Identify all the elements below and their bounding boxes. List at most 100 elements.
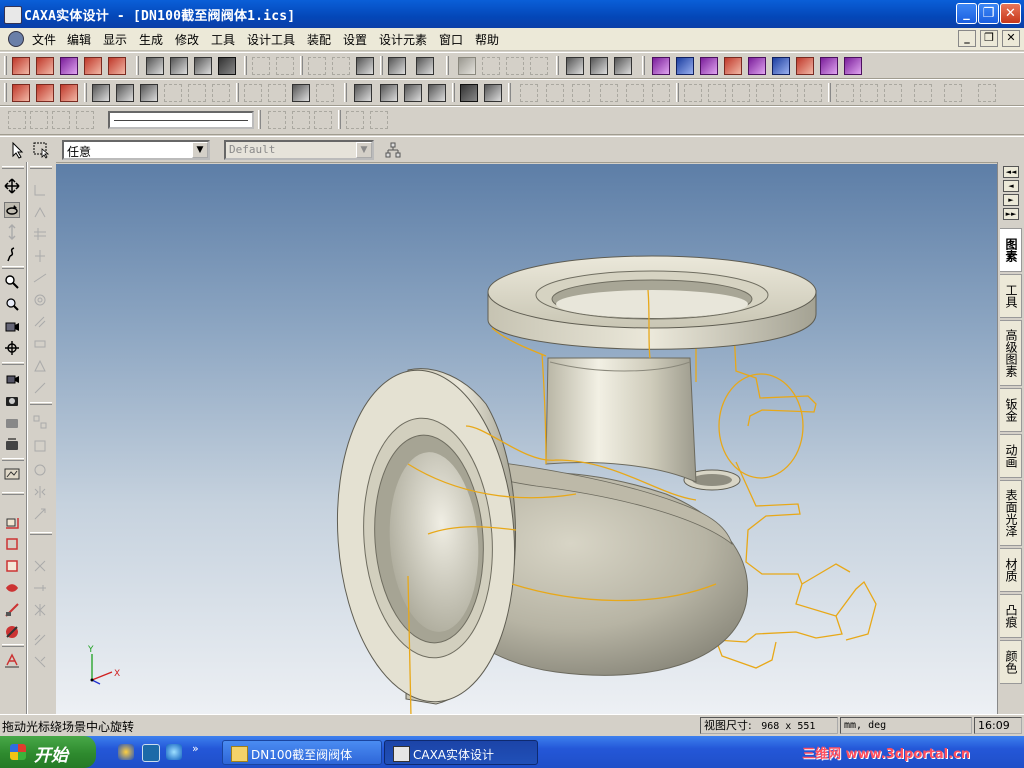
toolbar-grip[interactable]	[30, 532, 52, 535]
transform-icon[interactable]	[724, 57, 742, 75]
toolbar-grip[interactable]	[4, 83, 7, 102]
sketch-ellipse-tool-icon[interactable]	[32, 314, 48, 330]
circle-center-icon[interactable]	[684, 84, 702, 102]
tab-last-button[interactable]: ►►	[1003, 208, 1019, 220]
camera-icon[interactable]	[4, 392, 20, 408]
sketch-tangent-tool-icon[interactable]	[32, 270, 48, 286]
cut-icon[interactable]	[308, 57, 326, 75]
arc-3pt-icon[interactable]	[860, 84, 878, 102]
revolve-icon[interactable]	[36, 84, 54, 102]
show-desktop-icon[interactable]	[142, 744, 160, 762]
sketch-parallel-tool-icon[interactable]	[32, 226, 48, 242]
sketch-constraint-tool-icon[interactable]	[32, 654, 48, 670]
smart-dimension-icon[interactable]	[4, 514, 20, 530]
toolbar-grip[interactable]	[508, 83, 511, 102]
toolbar-grip[interactable]	[4, 56, 7, 75]
pattern-icon[interactable]	[268, 84, 286, 102]
new-design-icon[interactable]	[146, 57, 164, 75]
menu-tools[interactable]: 工具	[211, 31, 235, 48]
face-dimension-icon[interactable]	[4, 558, 20, 574]
toolbar-grip[interactable]	[258, 110, 261, 129]
anim-edit-icon[interactable]	[346, 111, 364, 129]
maximize-button[interactable]: ❐	[978, 3, 999, 24]
extrude-icon[interactable]	[12, 84, 30, 102]
menu-edit[interactable]: 编辑	[67, 31, 91, 48]
select-arrow-icon[interactable]	[8, 141, 26, 159]
menu-help[interactable]: 帮助	[475, 31, 499, 48]
undo-icon[interactable]	[252, 57, 270, 75]
boolean-icon[interactable]	[244, 84, 262, 102]
pick-face-icon[interactable]	[652, 57, 670, 75]
help-pointer-icon[interactable]	[416, 57, 434, 75]
polygon-icon[interactable]	[780, 84, 798, 102]
orbit-icon[interactable]	[4, 202, 20, 218]
menu-generate[interactable]: 生成	[139, 31, 163, 48]
export-icon[interactable]	[844, 57, 862, 75]
quicklaunch-more-icon[interactable]: »	[192, 742, 199, 755]
toolbar-grip[interactable]	[30, 402, 52, 405]
pick-body-icon[interactable]	[700, 57, 718, 75]
box-dimension-icon[interactable]	[4, 536, 20, 552]
zoom-window-icon[interactable]	[4, 296, 20, 312]
play-icon[interactable]	[30, 111, 48, 129]
internet-explorer-icon[interactable]	[166, 744, 182, 760]
selection-filter-select[interactable]: 任意 ▼	[62, 140, 210, 160]
toolbar-grip[interactable]	[2, 458, 24, 461]
camera-target-icon[interactable]	[4, 370, 20, 386]
toolbar-grip[interactable]	[446, 56, 449, 75]
shell-icon[interactable]	[116, 84, 134, 102]
anim-camera-icon[interactable]	[370, 111, 388, 129]
tab-material[interactable]: 材质	[1000, 548, 1022, 592]
task-folder[interactable]: DN100截至阀阀体	[222, 740, 382, 765]
toolbar-grip[interactable]	[136, 56, 139, 75]
new-drawing-icon[interactable]	[170, 57, 188, 75]
sketch-line-icon[interactable]	[520, 84, 538, 102]
toolbar-grip[interactable]	[30, 166, 52, 169]
curve-icon[interactable]	[404, 84, 422, 102]
tab-first-button[interactable]: ◄◄	[1003, 166, 1019, 178]
camera-icon[interactable]	[614, 57, 632, 75]
align-icon[interactable]	[796, 57, 814, 75]
spin-icon[interactable]	[380, 84, 398, 102]
style-select[interactable]: Default ▼	[224, 140, 374, 160]
tangent-constraint-icon[interactable]	[4, 624, 20, 640]
arc-icon[interactable]	[836, 84, 854, 102]
toolbar-grip[interactable]	[452, 83, 455, 102]
toolbar-grip[interactable]	[556, 56, 559, 75]
polygon2-icon[interactable]	[804, 84, 822, 102]
sketch-box-tool-icon[interactable]	[32, 438, 48, 454]
ellipse-icon[interactable]	[756, 84, 774, 102]
tab-sheet-metal[interactable]: 钣金	[1000, 388, 1022, 432]
sketch-polyline-tool-icon[interactable]	[32, 204, 48, 220]
design-tree-icon[interactable]	[388, 57, 406, 75]
zoom-icon[interactable]	[4, 274, 20, 290]
toolbar-grip[interactable]	[84, 83, 87, 102]
mdi-close-button[interactable]: ✕	[1002, 30, 1020, 47]
anim-key-icon[interactable]	[314, 111, 332, 129]
surface-icon[interactable]	[428, 84, 446, 102]
toolbar-grip[interactable]	[236, 83, 239, 102]
pick-edge-icon[interactable]	[676, 57, 694, 75]
app-icon[interactable]	[4, 6, 22, 24]
fit-view-icon[interactable]	[4, 340, 20, 356]
tab-primitives[interactable]: 图素	[1000, 228, 1022, 272]
paint-icon[interactable]	[820, 57, 838, 75]
sketch-rotate-tool-icon[interactable]	[32, 462, 48, 478]
menu-window[interactable]: 窗口	[439, 31, 463, 48]
toolbar-grip[interactable]	[344, 83, 347, 102]
toolbar-grip[interactable]	[244, 56, 247, 75]
toolbar-grip[interactable]	[2, 644, 24, 647]
smart-snap-icon[interactable]	[566, 57, 584, 75]
import-icon[interactable]	[12, 57, 30, 75]
sketch-offset-tool-icon[interactable]	[32, 380, 48, 396]
text-icon[interactable]	[460, 84, 478, 102]
camera-align-icon[interactable]	[4, 436, 20, 452]
chevron-down-icon[interactable]: ▼	[192, 142, 208, 158]
tab-color[interactable]: 颜色	[1000, 640, 1022, 684]
mdi-restore-button[interactable]: ❐	[980, 30, 998, 47]
tab-next-button[interactable]: ►	[1003, 194, 1019, 206]
record-icon[interactable]	[8, 111, 26, 129]
circle-snap-icon[interactable]	[506, 57, 524, 75]
rewind-icon[interactable]	[76, 111, 94, 129]
menu-design-tools[interactable]: 设计工具	[247, 31, 295, 48]
